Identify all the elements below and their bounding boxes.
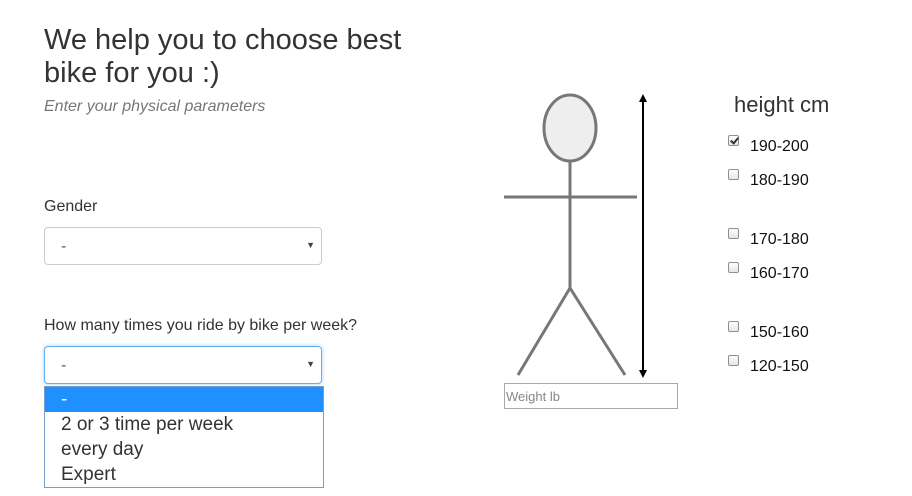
height-option-label: 180-190: [750, 172, 809, 189]
height-checkbox[interactable]: [728, 355, 739, 366]
figure-head: [542, 93, 598, 163]
rides-label: How many times you ride by bike per week…: [44, 317, 358, 334]
height-title: height cm: [734, 92, 830, 117]
height-option-label: 190-200: [750, 138, 809, 155]
height-option-label: 120-150: [750, 358, 809, 375]
height-option-label: 170-180: [750, 231, 809, 248]
height-checkbox[interactable]: [728, 135, 739, 146]
dropdown-option[interactable]: every day: [45, 437, 323, 462]
rides-select[interactable]: - ▼: [44, 346, 322, 384]
page-title: We help you to choose best bike for you …: [44, 24, 402, 89]
height-checkbox[interactable]: [728, 228, 739, 239]
gender-select[interactable]: - ▼: [44, 227, 322, 265]
figure-right-leg: [568, 287, 627, 376]
gender-select-value: -: [61, 238, 67, 255]
dropdown-option[interactable]: Expert: [45, 462, 323, 487]
dropdown-option[interactable]: -: [45, 387, 323, 412]
height-option-label: 160-170: [750, 265, 809, 282]
chevron-down-icon: ▼: [306, 240, 315, 250]
stick-figure-illustration: [504, 93, 647, 378]
rides-dropdown-list: - 2 or 3 time per week every day Expert: [44, 386, 324, 488]
height-arrow-icon: [639, 94, 647, 378]
rides-select-value: -: [61, 357, 67, 374]
height-checkbox[interactable]: [728, 262, 739, 273]
height-checkbox[interactable]: [728, 321, 739, 332]
chevron-down-icon: ▼: [306, 359, 315, 369]
weight-input[interactable]: [504, 383, 678, 409]
page: We help you to choose best bike for you …: [0, 0, 912, 496]
gender-label: Gender: [44, 198, 98, 215]
height-checkbox[interactable]: [728, 169, 739, 180]
dropdown-option[interactable]: 2 or 3 time per week: [45, 412, 323, 437]
height-option-label: 150-160: [750, 324, 809, 341]
figure-left-leg: [516, 287, 572, 376]
page-subtitle: Enter your physical parameters: [44, 98, 266, 115]
